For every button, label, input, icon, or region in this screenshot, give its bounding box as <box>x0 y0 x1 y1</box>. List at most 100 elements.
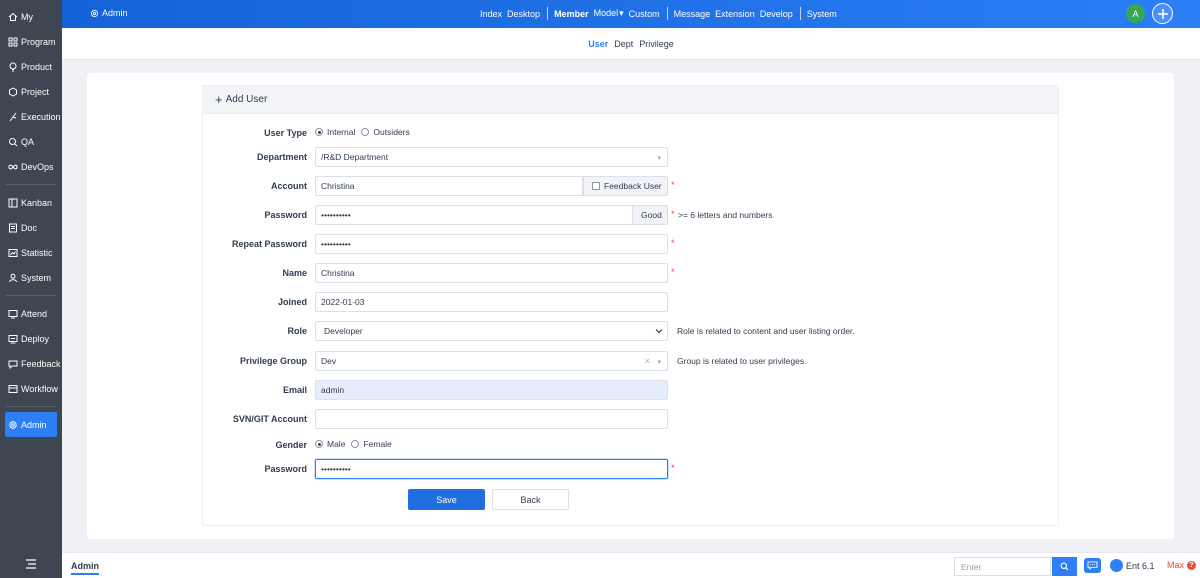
email-row: Email admin <box>203 380 1060 400</box>
name-input[interactable]: Christina <box>315 263 668 283</box>
radio-female-label[interactable]: Female <box>363 439 391 449</box>
sidebar-item-label: Attend <box>21 308 48 319</box>
attend-icon <box>8 309 18 319</box>
gear-icon <box>90 9 99 17</box>
sidebar-item-feedback[interactable]: Feedback <box>0 351 62 376</box>
nav-system[interactable]: System <box>807 9 837 19</box>
email-field[interactable]: admin <box>315 380 668 400</box>
role-row: Role Developer Role is related to conten… <box>203 321 1060 341</box>
chat-button[interactable] <box>1084 558 1101 573</box>
nav-custom[interactable]: Custom <box>629 9 660 19</box>
footer-tab-admin[interactable]: Admin <box>71 561 99 575</box>
nav-develop[interactable]: Develop <box>760 9 793 19</box>
feedback-user-checkbox[interactable]: Feedback User <box>583 176 668 196</box>
avatar[interactable]: A <box>1126 4 1145 23</box>
radio-outsiders-label[interactable]: Outsiders <box>373 127 409 137</box>
sidebar-item-my[interactable]: My <box>0 4 62 29</box>
required-mark: * <box>671 238 675 248</box>
tab-user[interactable]: User <box>588 39 608 49</box>
sidebar-item-label: QA <box>21 136 35 147</box>
footer-search-button[interactable] <box>1052 557 1077 576</box>
magnifier-icon <box>8 137 18 147</box>
password-value: •••••••••• <box>321 210 351 220</box>
main-nav: Index Desktop Member Model▾ Custom Messa… <box>480 7 842 20</box>
gear-icon <box>8 420 18 430</box>
chevron-down-icon: ▾ <box>657 359 661 366</box>
chart-icon <box>8 248 18 258</box>
radio-outsiders[interactable] <box>361 128 370 136</box>
top-bar: Admin Index Desktop Member Model▾ Custom… <box>62 0 1200 28</box>
sidebar-item-deploy[interactable]: Deploy <box>0 326 62 351</box>
sidebar-item-program[interactable]: Program <box>0 29 62 54</box>
sidebar-item-attend[interactable]: Attend <box>0 301 62 326</box>
save-button[interactable]: Save <box>408 489 485 510</box>
gender-row: Gender Male Female <box>203 435 1060 455</box>
sidebar-item-product[interactable]: Product <box>0 54 62 79</box>
sidebar-item-doc[interactable]: Doc <box>0 215 62 240</box>
password-label: Password <box>264 210 307 220</box>
clear-icon[interactable]: × <box>645 356 650 366</box>
checkbox-icon[interactable] <box>592 182 600 190</box>
sidebar-item-label: Project <box>21 86 50 97</box>
back-button[interactable]: Back <box>492 489 569 510</box>
chat-icon <box>1087 561 1098 570</box>
question-icon: ? <box>1187 560 1197 570</box>
role-select[interactable]: Developer <box>315 321 668 341</box>
nav-extension[interactable]: Extension <box>715 9 755 19</box>
user-type-row: User Type Internal Outsiders <box>203 123 1060 143</box>
main-content: + Add User User Type Internal Outsiders … <box>87 73 1174 539</box>
user-type-radio-group: Internal Outsiders <box>315 127 416 137</box>
nav-divider <box>547 7 549 20</box>
radio-male[interactable] <box>315 440 323 448</box>
sidebar-item-execution[interactable]: Execution <box>0 104 62 129</box>
account-input[interactable]: Christina <box>315 176 583 196</box>
name-label: Name <box>282 268 307 278</box>
gender-radio-group: Male Female <box>315 439 398 449</box>
joined-date-input[interactable]: 2022-01-03 <box>315 292 668 312</box>
radio-internal-label[interactable]: Internal <box>327 127 355 137</box>
nav-model[interactable]: Model▾ <box>594 8 624 19</box>
max-edition-link[interactable]: Max ? <box>1167 560 1197 570</box>
sidebar-item-kanban[interactable]: Kanban <box>0 190 62 215</box>
sidebar-item-project[interactable]: Project <box>0 79 62 104</box>
verify-password-input[interactable]: •••••••••• <box>315 459 668 479</box>
app-title[interactable]: Admin <box>90 8 128 18</box>
repeat-password-input[interactable]: •••••••••• <box>315 234 668 254</box>
sidebar-item-label: Kanban <box>21 197 53 208</box>
create-button[interactable] <box>1152 3 1173 24</box>
nav-member[interactable]: Member <box>554 9 589 19</box>
sidebar-item-label: Workflow <box>21 383 58 394</box>
nav-message[interactable]: Message <box>674 9 711 19</box>
joined-label: Joined <box>277 297 307 307</box>
nav-index[interactable]: Index <box>480 9 502 19</box>
password-input[interactable]: •••••••••• <box>315 205 633 225</box>
tab-privilege[interactable]: Privilege <box>639 39 674 49</box>
version-label: Ent 6.1 <box>1126 560 1155 571</box>
radio-female[interactable] <box>351 440 360 448</box>
sidebar-item-qa[interactable]: QA <box>0 129 62 154</box>
department-select[interactable]: /R&D Department ▾ <box>315 147 668 167</box>
password-strength: Good <box>632 205 668 225</box>
repeat-password-row: Repeat Password •••••••••• * <box>203 234 1060 254</box>
sidebar-item-workflow[interactable]: Workflow <box>0 376 62 401</box>
zentao-logo-icon <box>1110 559 1123 572</box>
lightbulb-icon <box>8 62 18 72</box>
version-info[interactable]: Ent 6.1 <box>1110 559 1155 572</box>
radio-male-label[interactable]: Male <box>327 439 345 449</box>
svn-account-input[interactable] <box>315 409 668 429</box>
plus-icon <box>1157 8 1168 19</box>
sidebar-item-label: Admin <box>21 419 47 430</box>
radio-internal[interactable] <box>315 128 323 136</box>
menu-collapse-icon[interactable] <box>25 558 37 570</box>
privilege-group-select[interactable]: Dev × ▾ <box>315 351 668 371</box>
sidebar-item-statistic[interactable]: Statistic <box>0 240 62 265</box>
footer-search-input[interactable]: Enter <box>954 557 1051 576</box>
sidebar-item-system[interactable]: System <box>0 265 62 290</box>
svn-account-row: SVN/GIT Account <box>203 409 1060 429</box>
sidebar-item-admin[interactable]: Admin <box>5 412 57 437</box>
tab-dept[interactable]: Dept <box>614 39 633 49</box>
infinity-icon <box>8 162 18 172</box>
password-row: Password •••••••••• Good * >= 6 letters … <box>203 205 1060 225</box>
sidebar-item-devops[interactable]: DevOps <box>0 154 62 179</box>
nav-desktop[interactable]: Desktop <box>507 9 540 19</box>
